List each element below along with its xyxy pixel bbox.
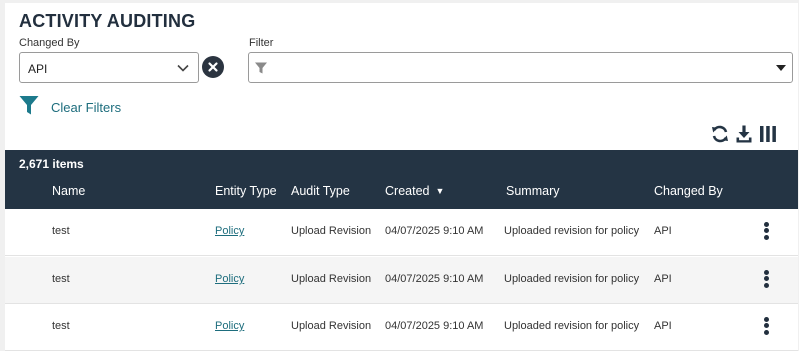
cell-audit-type: Upload Revision — [291, 273, 372, 285]
cell-entity-type-link[interactable]: Policy — [215, 320, 244, 332]
refresh-icon[interactable] — [710, 124, 730, 144]
clear-filters-label: Clear Filters — [51, 99, 122, 115]
cell-audit-type: Upload Revision — [291, 320, 372, 332]
row-menu-icon[interactable] — [759, 220, 773, 244]
filter-label: Filter — [249, 37, 274, 49]
caret-down-icon — [776, 65, 786, 71]
column-header-entity-type[interactable]: Entity Type — [215, 184, 277, 198]
table-row: test Policy Upload Revision 04/07/2025 9… — [5, 304, 798, 351]
row-menu-icon[interactable] — [759, 268, 773, 292]
changed-by-label: Changed By — [19, 37, 80, 49]
column-header-created[interactable]: Created ▼ — [385, 184, 444, 198]
item-count: 2,671 items — [19, 157, 84, 171]
cell-name: test — [52, 225, 70, 237]
cell-changed-by: API — [654, 225, 672, 237]
filter-icon — [19, 95, 39, 120]
columns-icon[interactable] — [758, 124, 778, 144]
cell-name: test — [52, 320, 70, 332]
cell-entity-type-link[interactable]: Policy — [215, 225, 244, 237]
clear-changed-by-button[interactable] — [202, 56, 224, 78]
column-header-created-label: Created — [385, 184, 430, 198]
grid-header: 2,671 items Name Entity Type Audit Type … — [5, 150, 798, 209]
changed-by-select[interactable]: API — [19, 52, 199, 83]
column-header-changed-by[interactable]: Changed By — [654, 184, 723, 198]
cell-changed-by: API — [654, 273, 672, 285]
table-row: test Policy Upload Revision 04/07/2025 9… — [5, 209, 798, 256]
close-icon — [208, 62, 218, 72]
filter-select[interactable] — [248, 52, 793, 83]
row-menu-icon[interactable] — [759, 315, 773, 339]
changed-by-value: API — [28, 62, 48, 76]
sort-descending-icon: ▼ — [435, 186, 445, 196]
column-header-summary[interactable]: Summary — [506, 184, 559, 198]
clear-filters-button[interactable]: Clear Filters — [19, 95, 121, 119]
cell-audit-type: Upload Revision — [291, 225, 372, 237]
table-row: test Policy Upload Revision 04/07/2025 9… — [5, 257, 798, 304]
cell-created: 04/07/2025 9:10 AM — [385, 273, 484, 285]
download-icon[interactable] — [734, 124, 754, 144]
column-header-name[interactable]: Name — [52, 184, 85, 198]
filter-funnel-icon — [254, 61, 268, 80]
cell-created: 04/07/2025 9:10 AM — [385, 225, 484, 237]
column-header-audit-type[interactable]: Audit Type — [291, 184, 350, 198]
grid-toolbar — [710, 124, 778, 144]
cell-name: test — [52, 273, 70, 285]
activity-auditing-panel: ACTIVITY AUDITING Changed By API Filter … — [5, 3, 798, 351]
cell-summary: Uploaded revision for policy — [504, 225, 640, 237]
page-title: ACTIVITY AUDITING — [19, 11, 196, 31]
cell-summary: Uploaded revision for policy — [504, 273, 640, 285]
cell-entity-type-link[interactable]: Policy — [215, 273, 244, 285]
cell-created: 04/07/2025 9:10 AM — [385, 320, 484, 332]
cell-summary: Uploaded revision for policy — [504, 320, 640, 332]
chevron-down-icon — [176, 61, 190, 75]
cell-changed-by: API — [654, 320, 672, 332]
